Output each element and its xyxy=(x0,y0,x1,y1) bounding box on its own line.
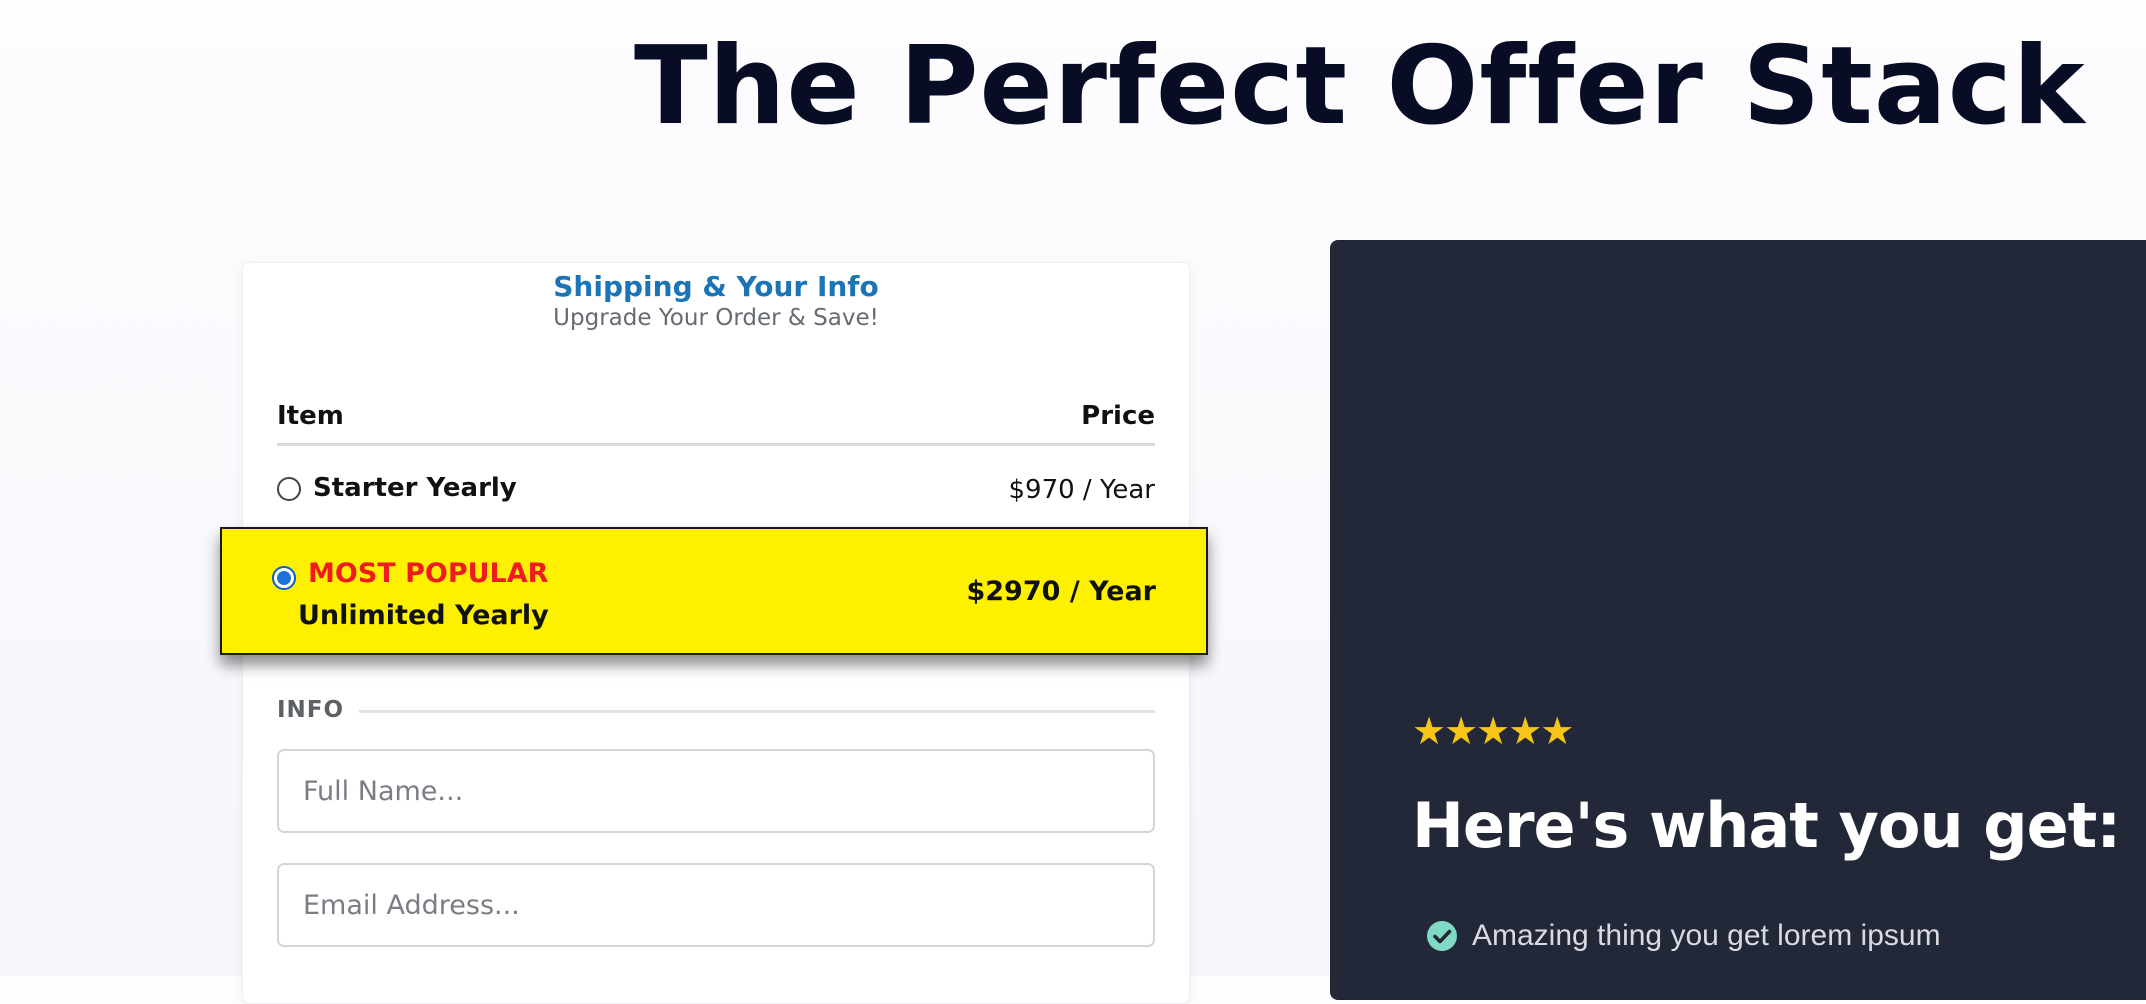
full-name-input[interactable] xyxy=(277,749,1155,833)
star-rating: ★★★★★ xyxy=(1412,711,1574,753)
benefits-panel: ★★★★★ Here's what you get: Amazing thing… xyxy=(1330,240,2146,1000)
unlimited-yearly-radio[interactable] xyxy=(272,566,296,590)
featured-offer-unlimited-yearly[interactable]: MOST POPULAR Unlimited Yearly $2970 / Ye… xyxy=(220,527,1208,655)
product-option-starter-yearly[interactable]: Starter Yearly $970 / Year xyxy=(277,465,1155,515)
column-header-item: Item xyxy=(277,401,344,431)
order-form-subheading: Upgrade Your Order & Save! xyxy=(553,305,879,331)
featured-product-name: Unlimited Yearly xyxy=(298,600,549,631)
product-name: Starter Yearly xyxy=(313,473,517,503)
header-divider xyxy=(277,443,1155,446)
product-price: $970 / Year xyxy=(1008,475,1155,505)
order-form-heading: Shipping & Your Info xyxy=(553,270,879,303)
page-title: The Perfect Offer Stack xyxy=(634,24,2086,149)
starter-yearly-radio[interactable] xyxy=(277,477,301,501)
check-circle-icon xyxy=(1427,921,1457,951)
benefits-heading: Here's what you get: xyxy=(1412,789,2121,862)
benefit-text: Amazing thing you get lorem ipsum xyxy=(1472,919,1941,952)
featured-product-price: $2970 / Year xyxy=(966,576,1156,607)
column-header-price: Price xyxy=(1081,401,1155,431)
info-divider xyxy=(359,710,1155,713)
most-popular-badge: MOST POPULAR xyxy=(308,558,549,589)
email-address-input[interactable] xyxy=(277,863,1155,947)
info-section-label: INFO xyxy=(277,697,345,723)
